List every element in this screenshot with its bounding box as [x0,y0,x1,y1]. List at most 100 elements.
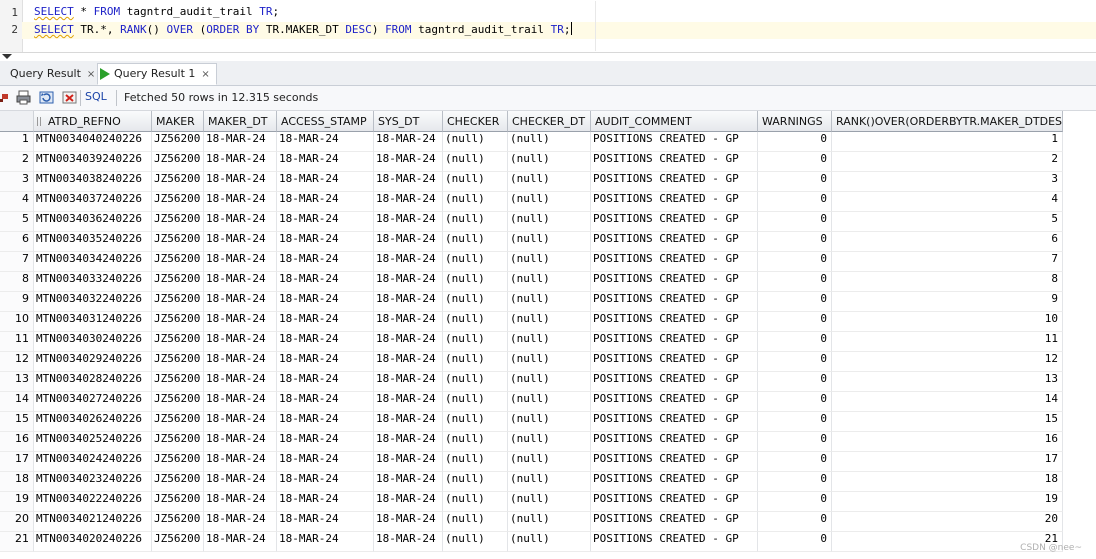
sql-editor[interactable]: 1 2 SELECT * FROM tagntrd_audit_trail TR… [0,0,1096,53]
grid-cell[interactable]: 18-MAR-24 [204,272,277,292]
grid-cell[interactable]: (null) [443,392,508,412]
grid-cell[interactable]: 18-MAR-24 [277,292,374,312]
grid-cell[interactable]: 13 [832,372,1063,392]
grid-cell[interactable]: 18-MAR-24 [374,492,443,512]
grid-cell[interactable]: 6 [832,232,1063,252]
grid-cell[interactable]: JZ56200 [152,232,204,252]
grid-cell[interactable]: 18-MAR-24 [374,452,443,472]
row-number[interactable]: 15 [0,412,34,432]
table-row[interactable]: 15 MTN0034026240226 JZ56200 18-MAR-24 18-MAR… [0,412,1096,432]
grid-cell[interactable]: (null) [443,132,508,152]
sql-line-1[interactable]: SELECT * FROM tagntrd_audit_trail TR; [34,5,279,22]
grid-cell[interactable]: 18-MAR-24 [277,212,374,232]
table-row[interactable]: 18 MTN0034023240226 JZ56200 18-MAR-24 18-MAR… [0,472,1096,492]
grid-cell[interactable]: 0 [758,272,832,292]
grid-cell[interactable]: 18-MAR-24 [374,212,443,232]
grid-cell[interactable]: 18-MAR-24 [374,512,443,532]
grid-cell[interactable]: 18-MAR-24 [204,512,277,532]
grid-cell[interactable]: 0 [758,252,832,272]
column-header-sys-dt[interactable]: SYS_DT [374,111,443,132]
grid-cell[interactable]: POSITIONS CREATED - GP [591,192,758,212]
grid-cell[interactable]: 18-MAR-24 [374,392,443,412]
table-row[interactable]: 17 MTN0034024240226 JZ56200 18-MAR-24 18-MAR… [0,452,1096,472]
grid-cell[interactable]: JZ56200 [152,452,204,472]
grid-cell[interactable]: 18-MAR-24 [204,152,277,172]
grid-cell[interactable]: 18-MAR-24 [374,312,443,332]
grid-cell[interactable]: 7 [832,252,1063,272]
grid-cell[interactable]: (null) [443,492,508,512]
row-number[interactable]: 11 [0,332,34,352]
tab-query-result-1[interactable]: Query Result 1 × [97,63,217,85]
grid-cell[interactable]: MTN0034026240226 [34,412,152,432]
grid-cell[interactable]: POSITIONS CREATED - GP [591,332,758,352]
row-number[interactable]: 10 [0,312,34,332]
grid-cell[interactable]: 18-MAR-24 [374,292,443,312]
grid-cell[interactable]: (null) [508,512,591,532]
grid-cell[interactable]: 0 [758,412,832,432]
grid-cell[interactable]: 18-MAR-24 [277,512,374,532]
grid-cell[interactable]: 18-MAR-24 [277,332,374,352]
grid-cell[interactable]: 18-MAR-24 [277,132,374,152]
grid-cell[interactable]: 18-MAR-24 [277,452,374,472]
grid-cell[interactable]: POSITIONS CREATED - GP [591,512,758,532]
table-row[interactable]: 3 MTN0034038240226 JZ56200 18-MAR-24 18-MAR-… [0,172,1096,192]
row-number[interactable]: 7 [0,252,34,272]
grid-cell[interactable]: (null) [508,412,591,432]
grid-cell[interactable]: MTN0034021240226 [34,512,152,532]
grid-cell[interactable]: MTN0034027240226 [34,392,152,412]
grid-cell[interactable]: 18-MAR-24 [374,432,443,452]
grid-cell[interactable]: POSITIONS CREATED - GP [591,472,758,492]
grid-cell[interactable]: 18-MAR-24 [277,172,374,192]
grid-cell[interactable]: 18-MAR-24 [277,492,374,512]
grid-cell[interactable]: 18-MAR-24 [204,412,277,432]
table-row[interactable]: 16 MTN0034025240226 JZ56200 18-MAR-24 18-MAR… [0,432,1096,452]
grid-cell[interactable]: 0 [758,212,832,232]
grid-cell[interactable]: 18-MAR-24 [374,412,443,432]
grid-cell[interactable]: POSITIONS CREATED - GP [591,232,758,252]
grid-cell[interactable]: 0 [758,152,832,172]
row-number[interactable]: 13 [0,372,34,392]
grid-cell[interactable]: 18-MAR-24 [204,532,277,552]
grid-cell[interactable]: MTN0034036240226 [34,212,152,232]
grid-cell[interactable]: JZ56200 [152,252,204,272]
grid-cell[interactable]: (null) [443,452,508,472]
grid-cell[interactable]: 0 [758,432,832,452]
grid-cell[interactable]: MTN0034028240226 [34,372,152,392]
grid-cell[interactable]: 11 [832,332,1063,352]
grid-cell[interactable]: 18-MAR-24 [277,232,374,252]
grid-cell[interactable]: 18-MAR-24 [204,332,277,352]
row-number[interactable]: 16 [0,432,34,452]
grid-cell[interactable]: (null) [443,472,508,492]
grid-cell[interactable]: 18-MAR-24 [374,272,443,292]
grid-cell[interactable]: (null) [508,472,591,492]
grid-cell[interactable]: (null) [508,392,591,412]
grid-cell[interactable]: 15 [832,412,1063,432]
grid-cell[interactable]: 18-MAR-24 [277,432,374,452]
row-number[interactable]: 12 [0,352,34,372]
grid-cell[interactable]: 0 [758,472,832,492]
column-header-access-stamp[interactable]: ACCESS_STAMP [277,111,374,132]
grid-cell[interactable]: 18-MAR-24 [277,192,374,212]
grid-cell[interactable]: (null) [443,412,508,432]
row-number[interactable]: 14 [0,392,34,412]
grid-cell[interactable]: POSITIONS CREATED - GP [591,212,758,232]
grid-cell[interactable]: (null) [508,272,591,292]
grid-cell[interactable]: (null) [443,232,508,252]
column-header-maker[interactable]: MAKER [152,111,204,132]
row-number[interactable]: 3 [0,172,34,192]
grid-cell[interactable]: MTN0034039240226 [34,152,152,172]
grid-cell[interactable]: (null) [508,192,591,212]
grid-cell[interactable]: 18-MAR-24 [204,232,277,252]
grid-cell[interactable]: POSITIONS CREATED - GP [591,292,758,312]
close-icon[interactable]: × [201,69,209,80]
grid-cell[interactable]: (null) [443,252,508,272]
grid-cell[interactable]: MTN0034031240226 [34,312,152,332]
grid-cell[interactable]: JZ56200 [152,312,204,332]
grid-cell[interactable]: JZ56200 [152,392,204,412]
grid-cell[interactable]: JZ56200 [152,172,204,192]
grid-cell[interactable]: POSITIONS CREATED - GP [591,432,758,452]
grid-cell[interactable]: (null) [443,272,508,292]
grid-cell[interactable]: (null) [443,372,508,392]
table-row[interactable]: 19 MTN0034022240226 JZ56200 18-MAR-24 18-MAR… [0,492,1096,512]
print-icon[interactable] [16,90,31,105]
